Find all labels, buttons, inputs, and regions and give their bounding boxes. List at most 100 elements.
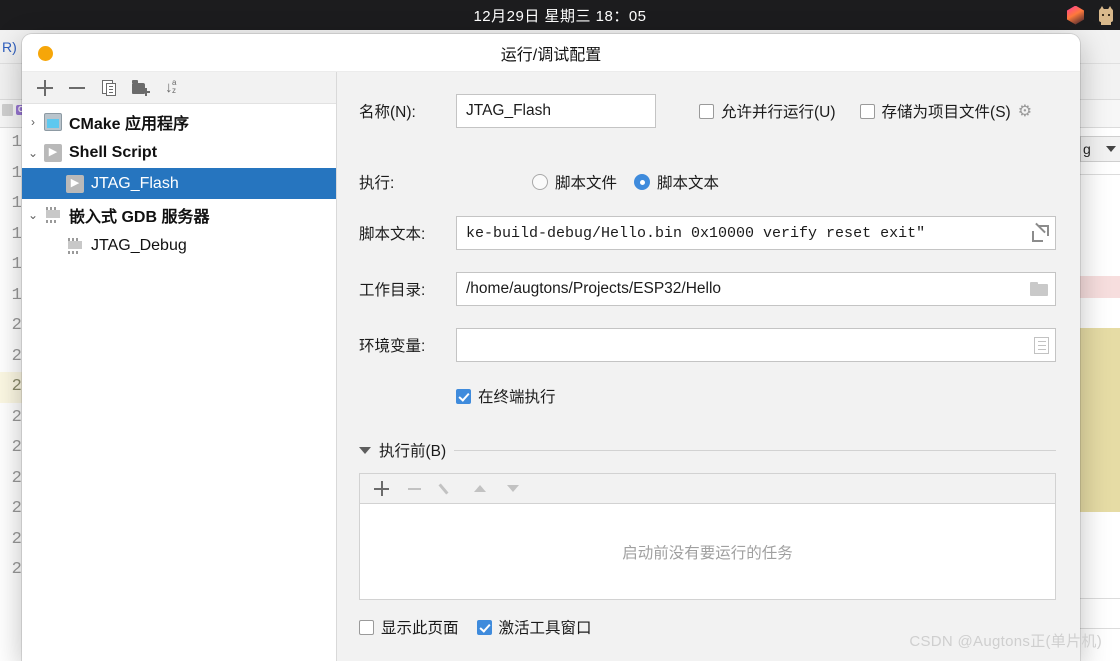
cmake-icon: [44, 112, 62, 131]
configurations-tree: › CMake 应用程序 ⌄ ▶ Shell Script ▶ JTAG_Fla…: [22, 104, 336, 261]
cat-app-icon[interactable]: [1098, 5, 1114, 25]
radio-script-file[interactable]: 脚本文件: [532, 171, 617, 193]
working-directory-input[interactable]: /home/augtons/Projects/ESP32/Hello: [456, 272, 1056, 306]
chevron-down-icon[interactable]: ⌄: [22, 208, 44, 222]
divider: [454, 449, 1056, 451]
allow-parallel-run-label: 允许并行运行(U): [721, 104, 836, 121]
run-in-terminal-label: 在终端执行: [478, 389, 556, 406]
script-text-label: 脚本文本:: [359, 226, 426, 243]
tree-item-embedded-gdb-server[interactable]: ⌄ 嵌入式 GDB 服务器: [22, 199, 336, 230]
move-down-icon: [505, 480, 522, 497]
radio-script-text-label: 脚本文本: [657, 175, 720, 192]
system-tray: [1067, 0, 1114, 30]
system-top-bar: 12月29日 星期三 18：05: [0, 0, 1120, 30]
script-text-input[interactable]: ke-build-debug/Hello.bin 0x10000 verify …: [456, 216, 1056, 250]
tree-item-label: 嵌入式 GDB 服务器: [69, 208, 210, 226]
allow-parallel-run-checkbox[interactable]: 允许并行运行(U): [699, 100, 836, 122]
gear-icon[interactable]: ⚙: [1018, 103, 1035, 120]
expand-editor-icon[interactable]: [1032, 222, 1049, 242]
checkbox-box[interactable]: [476, 619, 492, 635]
tree-item-label: JTAG_Flash: [91, 174, 179, 192]
configurations-sidebar: ↓ az › CMake 应用程序 ⌄ ▶ Shell Script ▶ JTA…: [22, 72, 337, 661]
add-configuration-button[interactable]: [36, 79, 54, 97]
activate-tool-window-checkbox[interactable]: 激活工具窗口: [476, 616, 592, 638]
folder-browse-icon[interactable]: [1030, 281, 1049, 297]
run-in-terminal-checkbox[interactable]: 在终端执行: [359, 385, 1056, 407]
edit-variables-icon[interactable]: [1034, 336, 1049, 354]
working-directory-value: /home/augtons/Projects/ESP32/Hello: [466, 280, 722, 297]
store-as-project-file-checkbox[interactable]: 存储为项目文件(S): [859, 100, 1011, 122]
edit-pencil-icon: [439, 480, 456, 497]
checkbox-box[interactable]: [859, 103, 875, 119]
tree-item-label: CMake 应用程序: [69, 115, 190, 133]
name-input-value: JTAG_Flash: [466, 102, 551, 119]
checkbox-box[interactable]: [699, 103, 714, 119]
tree-item-shell-script[interactable]: ⌄ ▶ Shell Script: [22, 137, 336, 168]
run-configuration-combo[interactable]: g: [1080, 136, 1120, 162]
sort-configurations-button[interactable]: ↓ az: [164, 78, 182, 97]
radio-script-text[interactable]: 脚本文本: [634, 171, 719, 193]
chevron-right-icon[interactable]: ›: [22, 115, 44, 129]
name-row: 名称(N): JTAG_Flash 允许并行运行(U) 存储为项目文件(S) ⚙: [359, 94, 1056, 128]
gdb-icon: [44, 205, 62, 224]
remove-task-button: [406, 480, 423, 497]
chevron-down-icon: [1106, 146, 1116, 152]
divider: [1080, 598, 1120, 599]
run-configuration-combo-label: g: [1083, 141, 1091, 157]
activate-tool-window-label: 激活工具窗口: [498, 620, 592, 637]
tree-item-label: JTAG_Debug: [91, 236, 187, 254]
tree-item-cmake-applications[interactable]: › CMake 应用程序: [22, 106, 336, 137]
working-directory-row: 工作目录: /home/augtons/Projects/ESP32/Hello: [359, 272, 1056, 306]
triangle-down-icon[interactable]: [359, 446, 371, 454]
sidebar-toolbar: ↓ az: [22, 72, 336, 104]
store-as-project-file-label: 存储为项目文件(S): [881, 104, 1011, 121]
dialog-title-bar: 运行/调试配置: [22, 34, 1080, 72]
name-input[interactable]: JTAG_Flash: [456, 94, 656, 128]
dialog-title: 运行/调试配置: [500, 46, 602, 64]
ide-right-strip: g: [1080, 128, 1120, 661]
chevron-down-icon[interactable]: ⌄: [22, 146, 44, 160]
shell-icon: ▶: [66, 174, 84, 193]
environment-variables-row: 环境变量:: [359, 328, 1056, 362]
file-sheet-icon: [2, 104, 13, 116]
warning-marker[interactable]: [1080, 328, 1120, 512]
script-text-row: 脚本文本: ke-build-debug/Hello.bin 0x10000 v…: [359, 216, 1056, 250]
name-label: 名称(N):: [359, 104, 416, 121]
before-launch-empty-text: 启动前没有要运行的任务: [622, 544, 793, 562]
new-folder-button[interactable]: [132, 79, 150, 97]
watermark: CSDN @Augtons正(单片机): [909, 633, 1102, 650]
configuration-settings-panel: 名称(N): JTAG_Flash 允许并行运行(U) 存储为项目文件(S) ⚙…: [337, 72, 1080, 661]
tree-item-jtag-debug[interactable]: JTAG_Debug: [22, 230, 336, 261]
remove-configuration-button[interactable]: [68, 79, 86, 97]
close-window-button[interactable]: [38, 46, 53, 61]
environment-variables-label: 环境变量:: [359, 338, 426, 355]
tree-item-label: Shell Script: [69, 143, 158, 161]
divider: [1080, 628, 1120, 629]
system-clock: 12月29日 星期三 18：05: [473, 7, 647, 25]
before-launch-task-list[interactable]: 启动前没有要运行的任务: [359, 503, 1056, 600]
show-this-page-checkbox[interactable]: 显示此页面: [359, 616, 459, 638]
ide-menu-item-fragment[interactable]: R): [0, 39, 17, 55]
run-debug-configurations-dialog: 运行/调试配置 ↓ az › CMake 应用程序 ⌄ ▶ Shell Scri…: [22, 34, 1080, 661]
gdb-icon: [66, 236, 84, 255]
error-marker[interactable]: [1080, 276, 1120, 298]
before-launch-section-header[interactable]: 执行前(B): [359, 439, 1056, 461]
add-task-button[interactable]: [373, 480, 390, 497]
execute-label: 执行:: [359, 175, 395, 192]
checkbox-box[interactable]: [359, 619, 374, 635]
checkbox-box[interactable]: [456, 388, 471, 404]
cube-app-icon[interactable]: [1067, 5, 1084, 25]
working-directory-label: 工作目录:: [359, 282, 426, 299]
radio-script-file-label: 脚本文件: [555, 175, 618, 192]
move-up-icon: [472, 480, 489, 497]
before-launch-toolbar: [359, 473, 1056, 503]
radio-button[interactable]: [532, 174, 548, 190]
shell-icon: ▶: [44, 143, 62, 162]
environment-variables-input[interactable]: [456, 328, 1056, 362]
script-text-value: ke-build-debug/Hello.bin 0x10000 verify …: [466, 224, 926, 242]
copy-configuration-button[interactable]: [100, 79, 118, 97]
radio-button[interactable]: [634, 174, 651, 190]
tree-item-jtag-flash[interactable]: ▶ JTAG_Flash: [22, 168, 336, 199]
show-this-page-label: 显示此页面: [381, 620, 459, 637]
before-launch-title: 执行前(B): [379, 443, 447, 460]
